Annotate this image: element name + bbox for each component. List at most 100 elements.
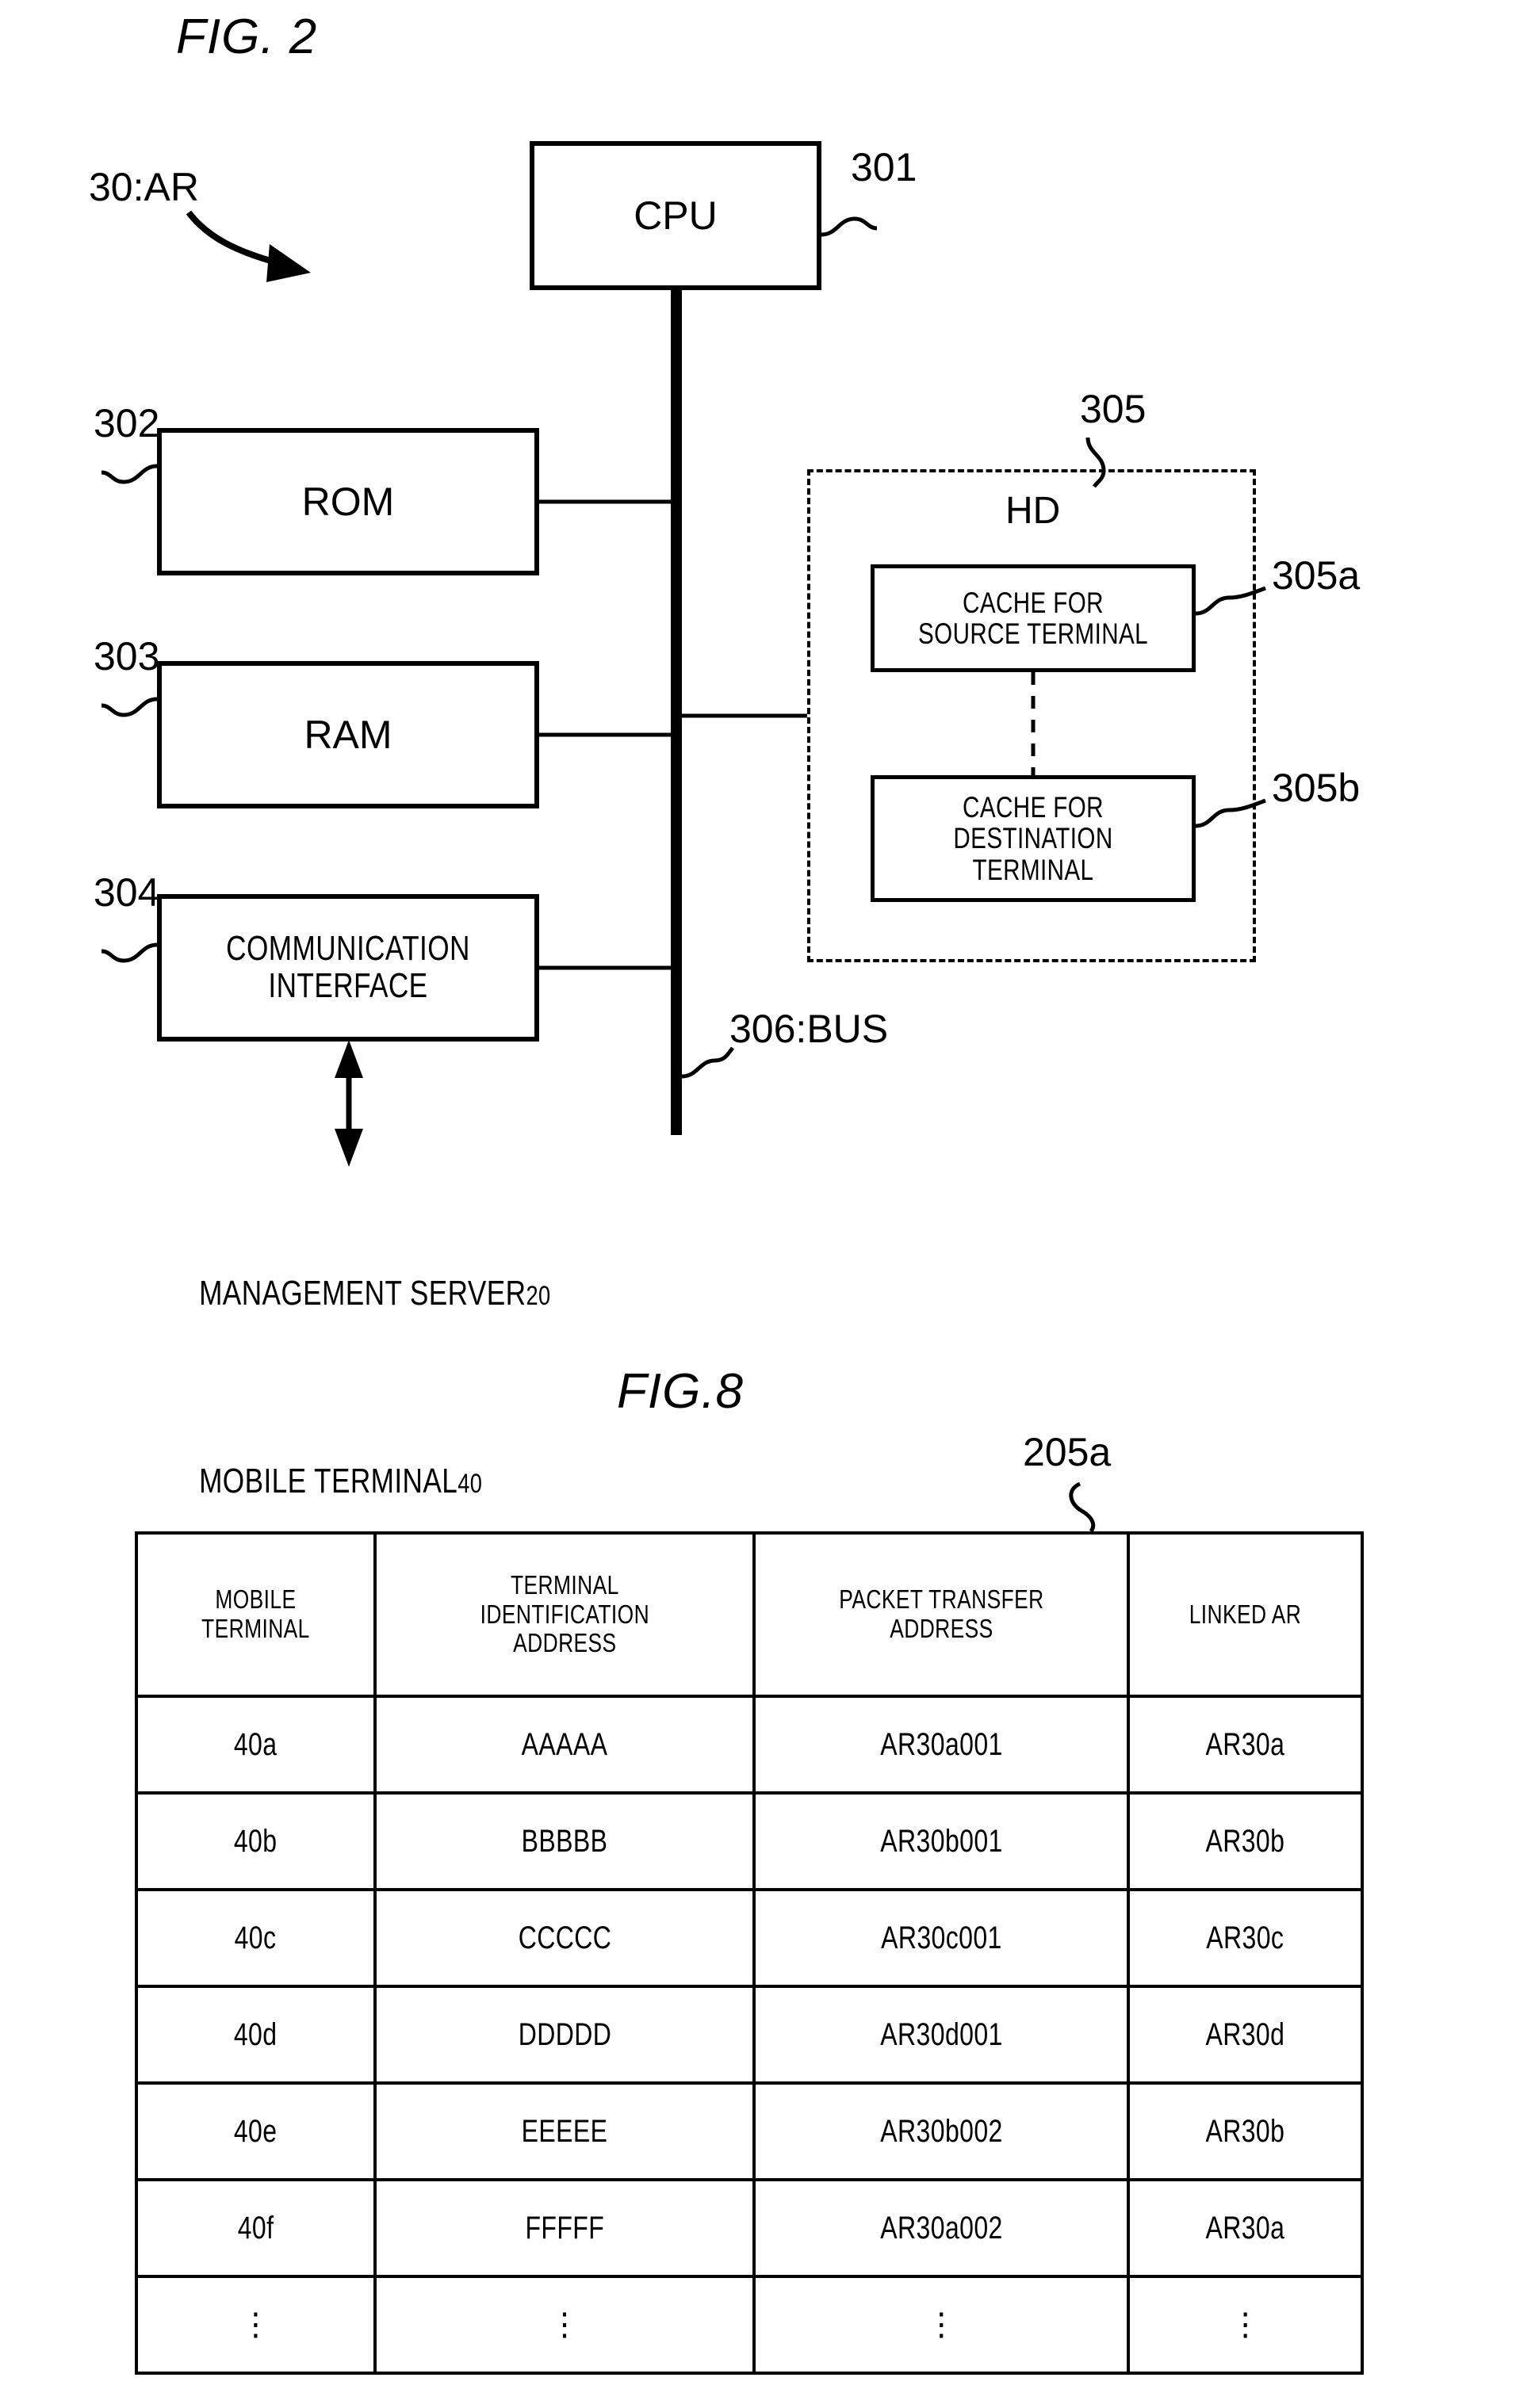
table-cell: AAAAA: [373, 1695, 756, 1795]
cell-packet-transfer-address: AR30c001: [880, 1920, 1002, 1955]
cell-terminal-identification-address: EEEEE: [521, 2113, 608, 2149]
fig8-title: FIG.8: [617, 1364, 745, 1419]
mobile-terminal-number: 40: [457, 1468, 483, 1499]
ref-305b: 305b: [1272, 766, 1361, 810]
table-cell: CCCCC: [373, 1888, 756, 1988]
cache-source-terminal-block: CACHE FOR SOURCE TERMINAL: [871, 564, 1196, 672]
leader-301: [821, 216, 878, 237]
external-link-arrowhead-up: [335, 1040, 363, 1078]
cache-destination-terminal-label: CACHE FOR DESTINATION TERMINAL: [953, 791, 1113, 886]
cell-terminal-identification-address: AAAAA: [521, 1726, 608, 1762]
cell-packet-transfer-address: AR30b001: [880, 1823, 1003, 1859]
ref-301: 301: [851, 145, 917, 189]
table-cell: 40e: [135, 2081, 377, 2181]
ram-block-label: RAM: [304, 712, 392, 757]
table-cell: 40f: [135, 2178, 377, 2278]
table-cell: BBBBB: [373, 1791, 756, 1891]
table-cell: 40d: [135, 1985, 377, 2085]
table-row: 40d DDDDD AR30d001 AR30d: [135, 1985, 1364, 2085]
table-cell: AR30c001: [752, 1888, 1131, 1988]
table-cell: AR30b: [1127, 1791, 1364, 1891]
header-packet-transfer-address: PACKET TRANSFER ADDRESS: [839, 1584, 1044, 1643]
cell-packet-transfer-address: AR30a001: [880, 1726, 1003, 1762]
management-server-text: MANAGEMENT SERVER: [199, 1273, 526, 1313]
device-pointer-arrow: [186, 210, 281, 266]
ref-305: 305: [1080, 387, 1147, 431]
cache-destination-terminal-block: CACHE FOR DESTINATION TERMINAL: [871, 775, 1196, 902]
cpu-block-label: CPU: [634, 193, 718, 238]
ref-302: 302: [94, 401, 160, 445]
cell-terminal-identification-address: DDDDD: [518, 2016, 611, 2052]
table-cell: AR30a: [1127, 2178, 1364, 2278]
mobile-terminal-text: MOBILE TERMINAL: [199, 1461, 458, 1500]
table-header-cell: PACKET TRANSFER ADDRESS: [752, 1531, 1131, 1698]
communication-interface-label: COMMUNICATION INTERFACE: [226, 929, 470, 1005]
cell-linked-ar: AR30a: [1205, 2210, 1285, 2246]
ellipsis-icon: ⋮: [925, 2307, 958, 2342]
ram-block: RAM: [157, 661, 539, 808]
ref-205a: 205a: [1023, 1430, 1112, 1474]
cell-terminal-identification-address: CCCCC: [518, 1920, 611, 1955]
ellipsis-icon: ⋮: [549, 2307, 581, 2342]
cell-linked-ar: AR30d: [1205, 2016, 1285, 2052]
table-cell: ⋮: [135, 2275, 377, 2375]
cell-mobile-terminal: 40e: [234, 2113, 278, 2149]
table-header-cell: MOBILE TERMINAL: [135, 1531, 377, 1698]
ref-303: 303: [94, 634, 160, 678]
table-cell: AR30b002: [752, 2081, 1131, 2181]
table-cell: AR30a001: [752, 1695, 1131, 1795]
cell-mobile-terminal: 40c: [234, 1920, 277, 1955]
external-link-arrowhead-down: [335, 1129, 363, 1167]
table-cell: AR30b: [1127, 2081, 1364, 2181]
linked-ar-table: MOBILE TERMINAL TERMINAL IDENTIFICATION …: [135, 1531, 1364, 2375]
cell-terminal-identification-address: BBBBB: [521, 1823, 608, 1859]
device-pointer-arrowhead: [266, 244, 311, 282]
table-cell: AR30b001: [752, 1791, 1131, 1891]
ref-305a: 305a: [1272, 553, 1361, 598]
cell-mobile-terminal: 40d: [234, 2016, 278, 2052]
table-row: 40a AAAAA AR30a001 AR30a: [135, 1695, 1364, 1795]
fig2-title: FIG. 2: [176, 10, 318, 64]
cell-linked-ar: AR30b: [1205, 2113, 1285, 2149]
table-cell: 40c: [135, 1888, 377, 1988]
table-row: 40c CCCCC AR30c001 AR30c: [135, 1888, 1364, 1988]
table-cell: DDDDD: [373, 1985, 756, 2085]
ref-304: 304: [94, 870, 160, 915]
table-body: 40a AAAAA AR30a001 AR30a 40b BBBBB AR30b…: [135, 1695, 1364, 2375]
ref-306-bus: 306:BUS: [729, 1007, 889, 1051]
header-linked-ar: LINKED AR: [1189, 1599, 1302, 1629]
hd-label: HD: [1005, 490, 1061, 532]
table-cell: FFFFF: [373, 2178, 756, 2278]
cache-source-terminal-label: CACHE FOR SOURCE TERMINAL: [918, 586, 1148, 650]
external-line-1: MANAGEMENT SERVER20: [151, 1238, 551, 1348]
rom-block: ROM: [157, 428, 539, 575]
cell-linked-ar: AR30a: [1205, 1726, 1285, 1762]
table-cell: ⋮: [752, 2275, 1131, 2375]
leader-302: [101, 464, 158, 484]
table-cell: 40b: [135, 1791, 377, 1891]
table-cell: ⋮: [373, 2275, 756, 2375]
ellipsis-icon: ⋮: [239, 2307, 272, 2342]
table-cell: EEEEE: [373, 2081, 756, 2181]
table-cell: AR30a002: [752, 2178, 1131, 2278]
header-mobile-terminal: MOBILE TERMINAL: [201, 1584, 310, 1643]
rom-block-label: ROM: [301, 479, 395, 524]
table-header-cell: LINKED AR: [1127, 1531, 1364, 1698]
cell-packet-transfer-address: AR30b002: [880, 2113, 1003, 2149]
fig2-device-label: 30:AR: [89, 165, 199, 209]
communication-interface-block: COMMUNICATION INTERFACE: [157, 894, 539, 1042]
ellipsis-icon: ⋮: [1229, 2307, 1261, 2342]
table-row: 40f FFFFF AR30a002 AR30a: [135, 2178, 1364, 2278]
leader-306: [681, 1046, 735, 1079]
management-server-number: 20: [526, 1280, 551, 1311]
table-row: 40b BBBBB AR30b001 AR30b: [135, 1791, 1364, 1891]
leader-304: [101, 942, 158, 963]
table-header-row: MOBILE TERMINAL TERMINAL IDENTIFICATION …: [135, 1531, 1364, 1698]
external-line-2: MOBILE TERMINAL40: [151, 1426, 551, 1536]
table-row: 40e EEEEE AR30b002 AR30b: [135, 2081, 1364, 2181]
cell-mobile-terminal: 40f: [237, 2210, 274, 2246]
table-cell: AR30c: [1127, 1888, 1364, 1988]
table-cell: AR30d001: [752, 1985, 1131, 2085]
leader-205a: [1069, 1481, 1096, 1533]
header-terminal-identification-address: TERMINAL IDENTIFICATION ADDRESS: [480, 1569, 649, 1658]
